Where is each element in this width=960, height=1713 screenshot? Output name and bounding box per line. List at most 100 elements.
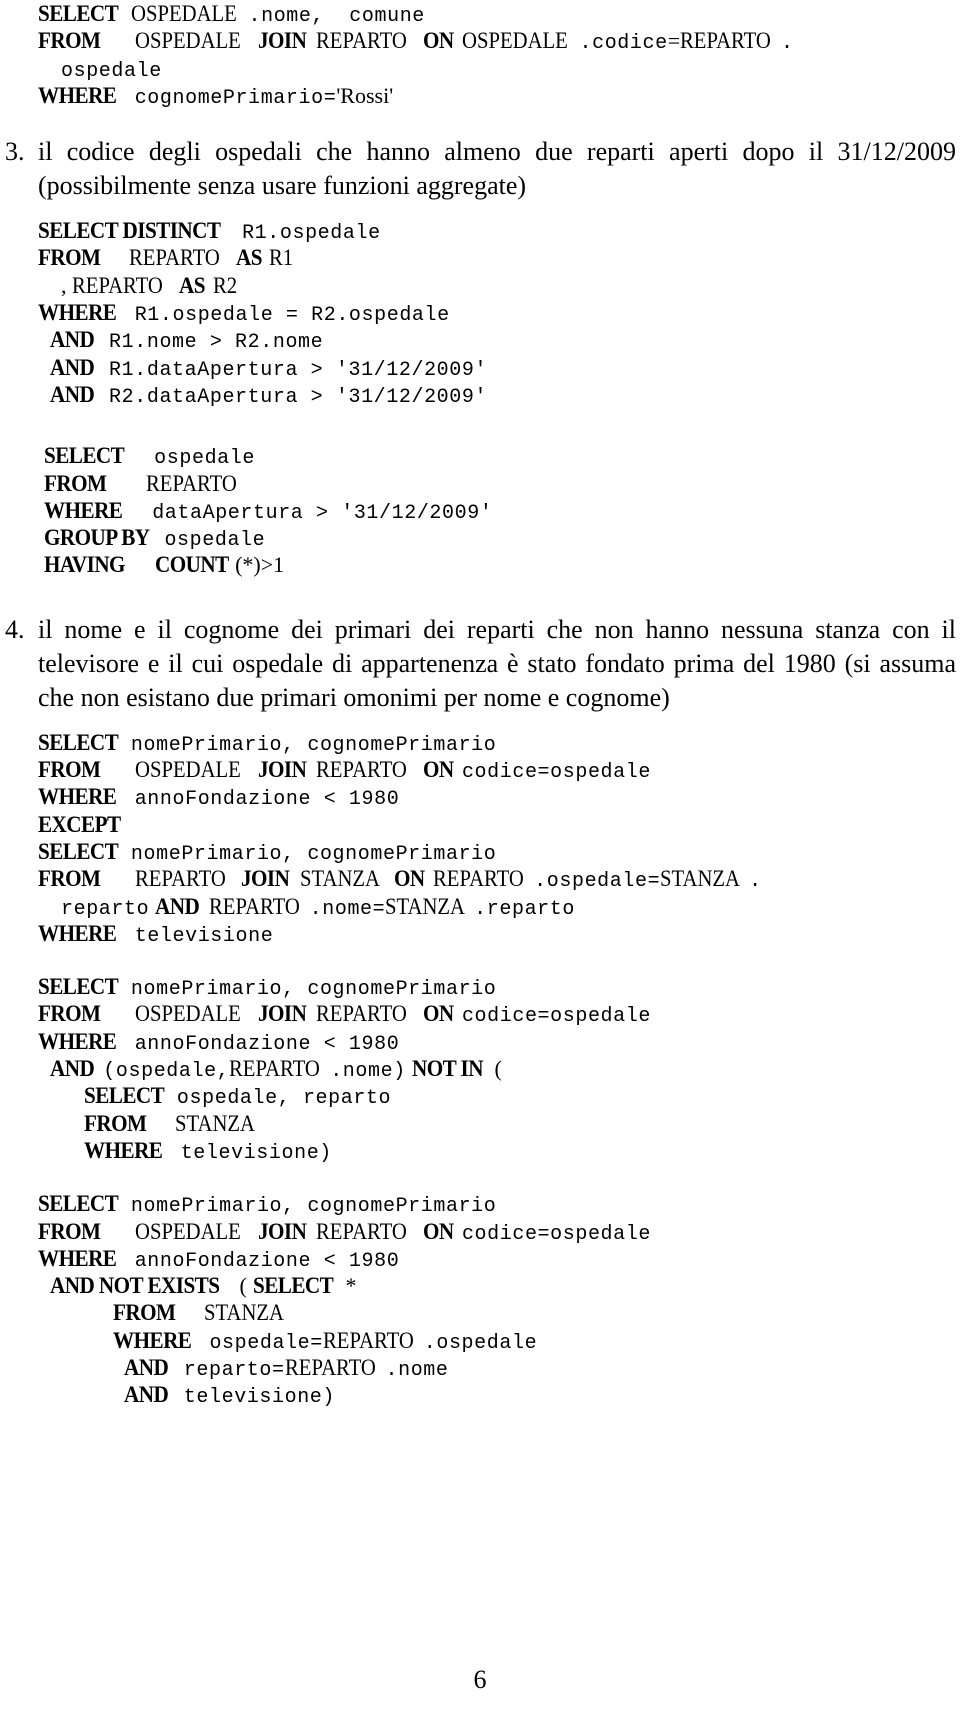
sql-keyword: AND — [124, 1382, 169, 1408]
sql-identifier: annoFondazione < 1980 — [134, 1249, 400, 1273]
sql-keyword: HAVING — [44, 552, 126, 578]
sql-keyword: JOIN — [257, 28, 307, 54]
code-line: SELECT nomePrimario, cognomePrimario — [38, 838, 960, 866]
code-line: WHERE televisione) — [38, 1137, 960, 1165]
sql-identifier: codice=ospedale — [461, 1222, 651, 1246]
sql-identifier: . — [781, 32, 794, 56]
code-line: FROM STANZA — [38, 1110, 960, 1137]
code-line: AND R2.dataApertura > '31/12/2009' — [38, 381, 960, 409]
sql-keyword: WHERE — [38, 1028, 117, 1054]
sql-relation: REPARTO — [680, 28, 771, 54]
sql-keyword: ON — [422, 757, 454, 783]
sql-identifier: ospedale — [61, 59, 162, 83]
sql-keyword: FROM — [112, 1300, 176, 1326]
sql-keyword: GROUP BY — [44, 525, 150, 551]
sql-identifier: televisione) — [180, 1141, 332, 1165]
sql-keyword: WHERE — [84, 1137, 163, 1163]
sql-identifier: .nome) — [330, 1060, 406, 1084]
sql-relation: REPARTO — [128, 245, 220, 271]
sql-keyword: WHERE — [38, 1245, 117, 1271]
sql-identifier: annoFondazione < 1980 — [134, 788, 400, 812]
sql-keyword: AND — [154, 893, 200, 919]
sql-literal: , — [61, 272, 72, 298]
sql-relation: REPARTO — [316, 1218, 408, 1244]
code-line: FROM REPARTO — [44, 470, 960, 497]
sql-identifier: ospedale= — [209, 1331, 323, 1355]
sql-relation: STANZA — [660, 866, 741, 892]
code-line: HAVING COUNT (*)>1 — [44, 551, 960, 578]
sql-identifier: .ospedale= — [534, 870, 661, 894]
sql-keyword: COUNT — [155, 552, 229, 578]
sql-identifier: R1.nome > R2.nome — [109, 331, 324, 355]
sql-literal: ( — [239, 1273, 247, 1299]
sql-keyword: WHERE — [112, 1327, 192, 1353]
sql-literal: ( — [494, 1056, 502, 1082]
sql-identifier: reparto — [61, 897, 150, 921]
sql-identifier: dataApertura > '31/12/2009' — [152, 501, 493, 525]
sql-identifier: R1.ospedale — [242, 222, 381, 246]
sql-identifier: codice=ospedale — [461, 761, 651, 785]
page-number: 6 — [473, 1665, 487, 1694]
code-line: FROM OSPEDALE JOIN REPARTO ON OSPEDALE .c… — [38, 27, 960, 56]
sql-relation: OSPEDALE — [461, 28, 568, 54]
sql-identifier: ospedale — [154, 447, 255, 471]
document-page: SELECT OSPEDALE .nome, comune FROM OSPEDAL… — [0, 0, 960, 1713]
sql-keyword: AND — [49, 327, 95, 353]
sql-identifier: ospedale, reparto — [176, 1087, 392, 1111]
sql-keyword: SELECT — [38, 974, 119, 1000]
sql-relation: REPARTO — [72, 272, 163, 298]
code-line: SELECT nomePrimario, cognomePrimario — [38, 729, 960, 757]
sql-identifier: .reparto — [474, 897, 575, 921]
sql-operator: = — [667, 28, 681, 54]
code-line: reparto AND REPARTO .nome=STANZA .reparto — [38, 893, 960, 921]
sql-identifier: .ospedale — [423, 1331, 538, 1355]
sql-keyword: ON — [394, 866, 425, 892]
code-line: SELECT OSPEDALE .nome, comune — [38, 0, 960, 28]
sql-identifier: codice=ospedale — [461, 1005, 651, 1029]
sql-relation: REPARTO — [284, 1354, 376, 1380]
sql-relation: REPARTO — [316, 28, 408, 54]
sql-keyword: SELECT — [38, 838, 119, 864]
sql-keyword: JOIN — [257, 1218, 307, 1244]
code-block-query1-tail: SELECT OSPEDALE .nome, comune FROM OSPEDAL… — [0, 0, 960, 110]
code-line: AND reparto=REPARTO .nome — [38, 1354, 960, 1382]
code-line: SELECT DISTINCT R1.ospedale — [38, 217, 960, 246]
sql-relation: REPARTO — [433, 866, 525, 892]
code-line: WHERE cognomePrimario='Rossi' — [38, 82, 960, 110]
sql-literal: * — [345, 1273, 357, 1299]
sql-identifier: .nome= — [309, 897, 386, 921]
sql-keyword: SELECT DISTINCT — [38, 218, 221, 244]
code-line: SELECT nomePrimario, cognomePrimario — [38, 1190, 960, 1218]
code-line: AND televisione) — [38, 1381, 960, 1409]
sql-keyword: FROM — [38, 866, 101, 892]
code-line: AND (ospedale,REPARTO .nome) NOT IN ( — [38, 1055, 960, 1084]
sql-relation: REPARTO — [322, 1327, 414, 1353]
list-item-4-number: 4. — [5, 614, 25, 644]
sql-keyword: FROM — [38, 757, 101, 783]
sql-relation: OSPEDALE — [134, 1001, 241, 1027]
sql-keyword: ON — [422, 28, 454, 54]
sql-identifier: nomePrimario, cognomePrimario — [130, 842, 497, 866]
code-line: FROM STANZA — [38, 1299, 960, 1326]
sql-identifier: nomePrimario, cognomePrimario — [130, 978, 497, 1002]
sql-identifier: .codice — [579, 32, 668, 56]
list-item-3-text: il codice degli ospedali che hanno almen… — [38, 137, 956, 201]
sql-keyword: WHERE — [38, 82, 117, 108]
sql-keyword: FROM — [38, 28, 101, 54]
code-line: SELECT nomePrimario, cognomePrimario — [38, 973, 960, 1002]
code-line: FROM REPARTO AS R1 — [38, 244, 960, 271]
sql-keyword: FROM — [38, 245, 101, 271]
sql-relation: REPARTO — [229, 1056, 321, 1082]
sql-keyword: ON — [422, 1218, 454, 1244]
sql-keyword: FROM — [38, 1001, 101, 1027]
code-block-item3-solution-b: SELECT ospedale FROM REPARTO WHERE dataApe… — [0, 442, 960, 578]
sql-keyword: FROM — [38, 1218, 101, 1244]
sql-identifier: televisione — [134, 924, 274, 948]
code-line: WHERE annoFondazione < 1980 — [38, 783, 960, 812]
sql-identifier: nomePrimario, cognomePrimario — [130, 733, 497, 757]
sql-keyword: AND — [49, 354, 95, 380]
code-block-item3-solution-a: SELECT DISTINCT R1.ospedale FROM REPARTO … — [0, 217, 960, 409]
